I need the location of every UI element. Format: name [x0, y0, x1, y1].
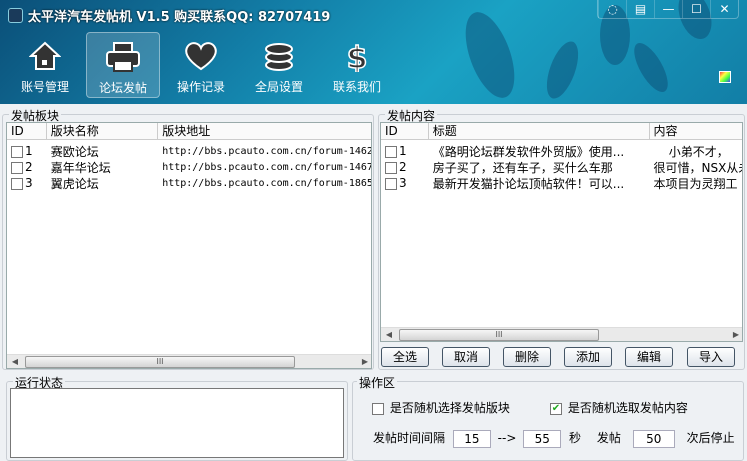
ops-group: 操作区: [352, 374, 744, 461]
col-content[interactable]: 内容: [650, 123, 742, 139]
feedback-button[interactable]: ◌: [598, 0, 626, 18]
random-content-checkbox[interactable]: ✔ 是否随机选取发帖内容: [550, 399, 688, 416]
board-row[interactable]: 2 嘉年华论坛 http://bbs.pcauto.com.cn/forum-146…: [7, 159, 371, 175]
menu-button[interactable]: ▤: [626, 0, 654, 18]
scroll-thumb[interactable]: III: [25, 356, 295, 368]
nav-forum-post[interactable]: 论坛发帖: [86, 32, 160, 98]
status-log[interactable]: [10, 388, 344, 458]
delete-button[interactable]: 删除: [503, 347, 551, 367]
edit-button[interactable]: 编辑: [625, 347, 673, 367]
col-board-url[interactable]: 版块地址: [158, 123, 371, 139]
col-id[interactable]: ID: [381, 123, 429, 139]
boards-hscrollbar[interactable]: ◀ III ▶: [7, 354, 371, 368]
heart-icon: [183, 40, 219, 72]
row-checkbox[interactable]: [385, 145, 397, 158]
content-list: ID 标题 内容 1 《路明论坛群发软件外贸版》使用... 小弟不才， 2 房子买了…: [380, 122, 743, 342]
interval-row: 发帖时间间隔 15 --> 55 秒 发帖 50 次后停止: [373, 429, 735, 448]
app-icon: [8, 8, 23, 23]
import-button[interactable]: 导入: [687, 347, 735, 367]
checkbox-checked[interactable]: ✔: [550, 402, 562, 415]
home-icon: [27, 40, 63, 72]
content-row[interactable]: 1 《路明论坛群发软件外贸版》使用... 小弟不才，: [381, 143, 742, 159]
interval-min-input[interactable]: 15: [452, 429, 491, 448]
svg-text:$: $: [347, 41, 368, 72]
col-id[interactable]: ID: [7, 123, 47, 139]
title-banner: 太平洋汽车发帖机 V1.5 购买联系QQ: 82707419 ◌ ▤ — ☐ ✕…: [0, 0, 747, 104]
interval-max-input[interactable]: 55: [523, 429, 562, 448]
select-all-button[interactable]: 全选: [381, 347, 429, 367]
nav-account[interactable]: 账号管理: [8, 32, 82, 98]
close-button[interactable]: ✕: [710, 0, 738, 18]
scroll-thumb[interactable]: III: [399, 329, 599, 341]
printer-icon: [105, 41, 141, 73]
checkbox[interactable]: [372, 402, 384, 415]
row-checkbox[interactable]: [385, 177, 397, 190]
row-checkbox[interactable]: [385, 161, 397, 174]
minimize-button[interactable]: —: [654, 0, 682, 18]
col-board-name[interactable]: 版块名称: [47, 123, 159, 139]
nav-settings[interactable]: 全局设置: [242, 32, 316, 98]
dollar-icon: $: [339, 40, 375, 72]
content-hscrollbar[interactable]: ◀ III ▶: [381, 327, 742, 341]
add-button[interactable]: 添加: [564, 347, 612, 367]
board-row[interactable]: 1 赛欧论坛 http://bbs.pcauto.com.cn/forum-1462: [7, 143, 371, 159]
board-row[interactable]: 3 翼虎论坛 http://bbs.pcauto.com.cn/forum-1865: [7, 175, 371, 191]
window-title: 太平洋汽车发帖机 V1.5 购买联系QQ: 82707419: [8, 6, 330, 25]
cancel-button[interactable]: 取消: [442, 347, 490, 367]
content-row[interactable]: 2 房子买了，还有车子，买什么车那 很可惜，NSX从未: [381, 159, 742, 175]
nav-records[interactable]: 操作记录: [164, 32, 238, 98]
random-board-checkbox[interactable]: 是否随机选择发帖版块: [372, 399, 510, 416]
content-row[interactable]: 3 最新开发猫扑论坛顶帖软件！可以... 本项目为灵翔工: [381, 175, 742, 191]
maximize-button[interactable]: ☐: [682, 0, 710, 18]
row-checkbox[interactable]: [11, 177, 23, 190]
boards-list: ID 版块名称 版块地址 1 赛欧论坛 http://bbs.pcauto.com.…: [6, 122, 372, 369]
database-icon: [261, 40, 297, 72]
nav-contact[interactable]: $ 联系我们: [320, 32, 394, 98]
post-count-input[interactable]: 50: [632, 429, 675, 448]
row-checkbox[interactable]: [11, 161, 23, 174]
skin-icon[interactable]: [719, 71, 731, 83]
col-title[interactable]: 标题: [429, 123, 650, 139]
row-checkbox[interactable]: [11, 145, 23, 158]
